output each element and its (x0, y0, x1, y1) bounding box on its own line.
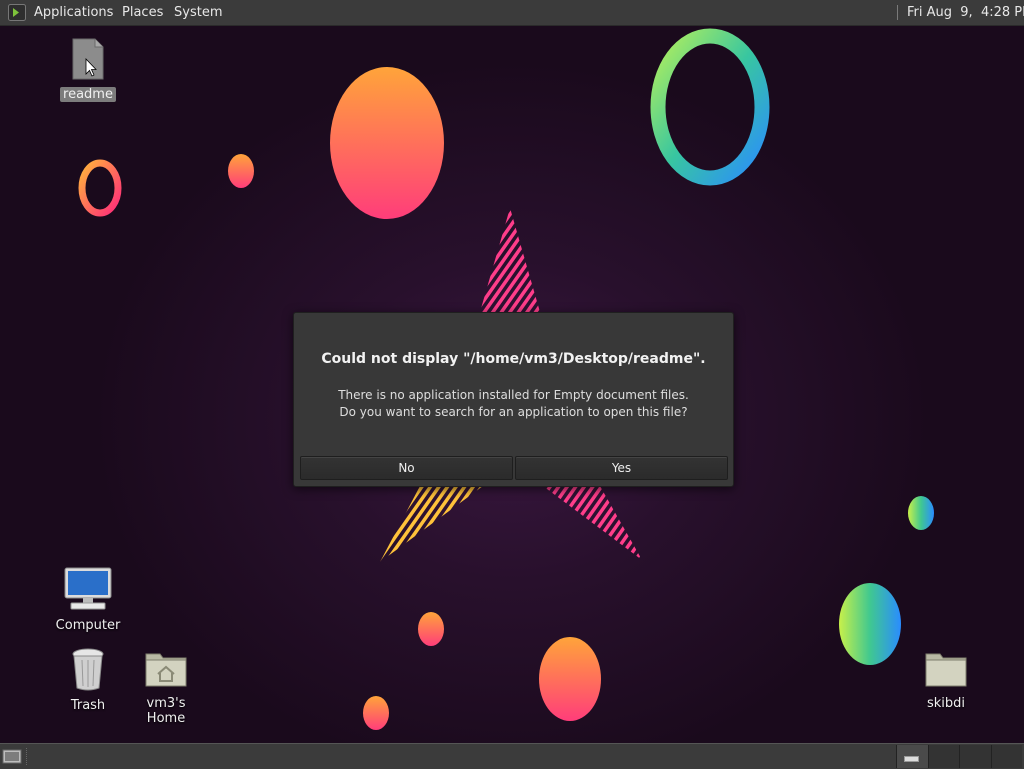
panel-handle[interactable] (26, 748, 33, 765)
show-desktop-icon[interactable] (2, 747, 22, 765)
home-folder-icon (145, 653, 187, 687)
menu-system[interactable]: System (174, 0, 222, 25)
desktop-icon-label: Trash (70, 698, 106, 713)
no-button[interactable]: No (300, 456, 513, 480)
dialog-title: Could not display "/home/vm3/Desktop/rea… (321, 351, 706, 367)
clock[interactable]: Fri Aug 9, 4:28 PM (907, 0, 1024, 25)
desktop-icon-home[interactable]: vm3's Home (126, 646, 206, 726)
desktop-icon-label: Computer (55, 618, 121, 633)
trash-icon (72, 648, 104, 691)
workspace-4[interactable] (990, 745, 1022, 768)
computer-icon (64, 567, 112, 610)
folder-icon (925, 653, 967, 687)
desktop-icon-skibdi[interactable]: skibdi (906, 646, 986, 711)
dialog-message-line: Do you want to search for an application… (339, 405, 688, 419)
desktop-icon-computer[interactable]: Computer (48, 566, 128, 633)
menu-applications[interactable]: Applications (34, 0, 113, 25)
window-thumbnail (904, 756, 919, 762)
bottom-panel (0, 743, 1024, 769)
document-icon (72, 38, 104, 80)
desktop-icon-label: skibdi (926, 696, 966, 711)
yes-button[interactable]: Yes (515, 456, 728, 480)
menu-places[interactable]: Places (122, 0, 163, 25)
workspace-2[interactable] (927, 745, 959, 768)
workspace-3[interactable] (959, 745, 991, 768)
dialog-message-line: There is no application installed for Em… (338, 388, 689, 402)
workspace-switcher (896, 745, 1022, 768)
panel-separator (897, 5, 898, 20)
workspace-1[interactable] (896, 745, 928, 768)
error-dialog: Could not display "/home/vm3/Desktop/rea… (293, 312, 734, 487)
top-panel: Applications Places System Fri Aug 9, 4:… (0, 0, 1024, 26)
desktop-icon-label: readme (60, 87, 116, 102)
desktop-icon-label: vm3's Home (146, 696, 186, 726)
desktop-icon-readme[interactable]: readme (48, 37, 128, 102)
desktop-icon-trash[interactable]: Trash (48, 646, 128, 713)
terminal-app-icon[interactable] (8, 4, 26, 21)
dialog-message: There is no application installed for Em… (294, 387, 733, 421)
